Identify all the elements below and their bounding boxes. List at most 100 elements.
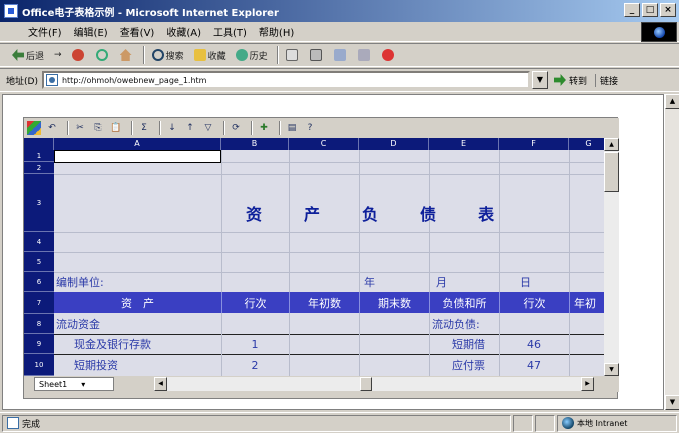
title-char: 产 (304, 205, 321, 224)
sheet-tab-dropdown-icon[interactable]: ▾ (81, 380, 85, 389)
cell-b10[interactable]: 2 (221, 354, 289, 376)
search-button[interactable]: 搜索 (148, 46, 188, 64)
cell-a10[interactable]: 短期投资 (74, 354, 219, 376)
header-line-no-2[interactable]: 行次 (499, 292, 569, 313)
cell-e8[interactable]: 流动负债: (432, 314, 512, 334)
browser-vertical-scrollbar[interactable]: ▲ ▼ (664, 94, 679, 410)
autosum-icon[interactable]: Σ (137, 121, 151, 135)
scroll-up-arrow-icon[interactable]: ▲ (665, 94, 679, 109)
header-asset[interactable]: 资 产 (54, 292, 221, 313)
row-header-10[interactable]: 10 (24, 354, 54, 376)
menu-tools[interactable]: 工具(T) (207, 24, 253, 39)
spreadsheet-toolbar: ↶ ✂ ⎘ 📋 Σ ↓ ↑ ▽ ⟳ ✚ ▤ ? (24, 118, 619, 138)
sort-descending-icon[interactable]: ↑ (183, 121, 197, 135)
history-button[interactable]: 历史 (232, 46, 272, 64)
column-header-f[interactable]: F (499, 138, 569, 150)
scroll-right-arrow-icon[interactable]: ▶ (581, 377, 594, 391)
stop-button[interactable] (68, 46, 90, 64)
cell-e6[interactable]: 月 (436, 272, 496, 292)
cell-e10[interactable]: 应付票 (452, 354, 498, 376)
maximize-button[interactable]: □ (642, 3, 658, 17)
header-closing[interactable]: 期末数 (359, 292, 429, 313)
column-header-c[interactable]: C (289, 138, 359, 150)
close-button[interactable]: × (660, 3, 676, 17)
home-button[interactable] (116, 46, 138, 64)
cell-f6[interactable]: 日 (520, 272, 560, 292)
menu-edit[interactable]: 编辑(E) (68, 24, 114, 39)
spreadsheet-grid[interactable]: A B C D E F G 1 2 3 4 5 6 7 8 9 10 资 产 负… (24, 138, 604, 376)
cell-d6[interactable]: 年 (364, 272, 424, 292)
row-header-4[interactable]: 4 (24, 232, 54, 252)
cell-b9[interactable]: 1 (221, 334, 289, 354)
cell-a9[interactable]: 现金及银行存款 (74, 334, 219, 354)
address-input[interactable]: http://ohmoh/owebnew_page_1.htm (41, 71, 530, 89)
header-liabilities[interactable]: 负债和所 (429, 292, 499, 313)
sort-ascending-icon[interactable]: ↓ (165, 121, 179, 135)
menu-help[interactable]: 帮助(H) (253, 24, 300, 39)
sheet-tab-sheet1[interactable]: Sheet1 ▾ (34, 377, 114, 391)
edit-button[interactable] (330, 46, 352, 64)
refresh-data-icon[interactable]: ⟳ (229, 121, 243, 135)
paste-icon[interactable]: 📋 (109, 121, 123, 135)
autofilter-icon[interactable]: ▽ (201, 121, 215, 135)
copy-icon[interactable]: ⎘ (91, 121, 105, 135)
forward-button[interactable]: → (50, 46, 66, 64)
row-header-3[interactable]: 3 (24, 174, 54, 232)
discuss-button[interactable] (354, 46, 376, 64)
scroll-down-arrow-icon[interactable]: ▼ (604, 363, 619, 376)
column-header-b[interactable]: B (221, 138, 289, 150)
select-all-corner[interactable] (24, 138, 54, 150)
refresh-button[interactable] (92, 46, 114, 64)
scroll-left-arrow-icon[interactable]: ◀ (154, 377, 167, 391)
grid-line (289, 150, 290, 376)
mail-button[interactable] (282, 46, 304, 64)
property-toolbox-icon[interactable]: ▤ (285, 121, 299, 135)
header-line-no[interactable]: 行次 (221, 292, 289, 313)
window-controls: _ □ × (624, 3, 676, 17)
scroll-thumb[interactable] (360, 377, 372, 391)
go-button[interactable]: 转到 (553, 74, 587, 87)
column-header-a[interactable]: A (54, 138, 221, 150)
cell-a6[interactable]: 编制单位: (56, 272, 216, 292)
spreadsheet-horizontal-scrollbar[interactable]: ◀ ▶ (154, 377, 594, 391)
row-header-6[interactable]: 6 (24, 272, 54, 292)
scroll-thumb[interactable] (604, 152, 619, 192)
export-excel-icon[interactable]: ✚ (257, 121, 271, 135)
links-button[interactable]: 链接 (594, 73, 618, 87)
column-header-g[interactable]: G (569, 138, 604, 150)
toolbar-separator (67, 121, 69, 135)
cell-a8[interactable]: 流动资金 (56, 314, 216, 334)
active-cell-a1[interactable] (54, 150, 221, 163)
menu-favorites[interactable]: 收藏(A) (160, 24, 207, 39)
scroll-down-arrow-icon[interactable]: ▼ (665, 395, 679, 410)
spreadsheet-vertical-scrollbar[interactable]: ▲ ▼ (604, 138, 619, 376)
row-header-9[interactable]: 9 (24, 334, 54, 354)
back-button[interactable]: 后退 (8, 46, 48, 64)
row-header-1[interactable]: 1 (24, 150, 54, 162)
address-dropdown-button[interactable]: ▼ (531, 71, 548, 89)
cell-e9[interactable]: 短期借 (452, 334, 498, 354)
row-header-5[interactable]: 5 (24, 252, 54, 272)
row-header-2[interactable]: 2 (24, 162, 54, 174)
cell-f10[interactable]: 47 (499, 354, 569, 376)
undo-icon[interactable]: ↶ (45, 121, 59, 135)
header-opening-2[interactable]: 年初 (569, 292, 604, 313)
grid-line (359, 150, 360, 376)
cell-f9[interactable]: 46 (499, 334, 569, 354)
print-button[interactable] (306, 46, 328, 64)
help-icon[interactable]: ? (303, 121, 317, 135)
messenger-button[interactable] (378, 46, 400, 64)
favorites-button[interactable]: 收藏 (190, 46, 230, 64)
column-header-d[interactable]: D (359, 138, 429, 150)
toolbar-separator (276, 46, 279, 64)
grid-line (54, 232, 604, 233)
menu-view[interactable]: 查看(V) (114, 24, 161, 39)
row-header-8[interactable]: 8 (24, 314, 54, 334)
row-header-7[interactable]: 7 (24, 292, 54, 314)
cut-icon[interactable]: ✂ (73, 121, 87, 135)
minimize-button[interactable]: _ (624, 3, 640, 17)
scroll-up-arrow-icon[interactable]: ▲ (604, 138, 619, 151)
header-opening[interactable]: 年初数 (289, 292, 359, 313)
column-header-e[interactable]: E (429, 138, 499, 150)
menu-file[interactable]: 文件(F) (22, 24, 68, 39)
